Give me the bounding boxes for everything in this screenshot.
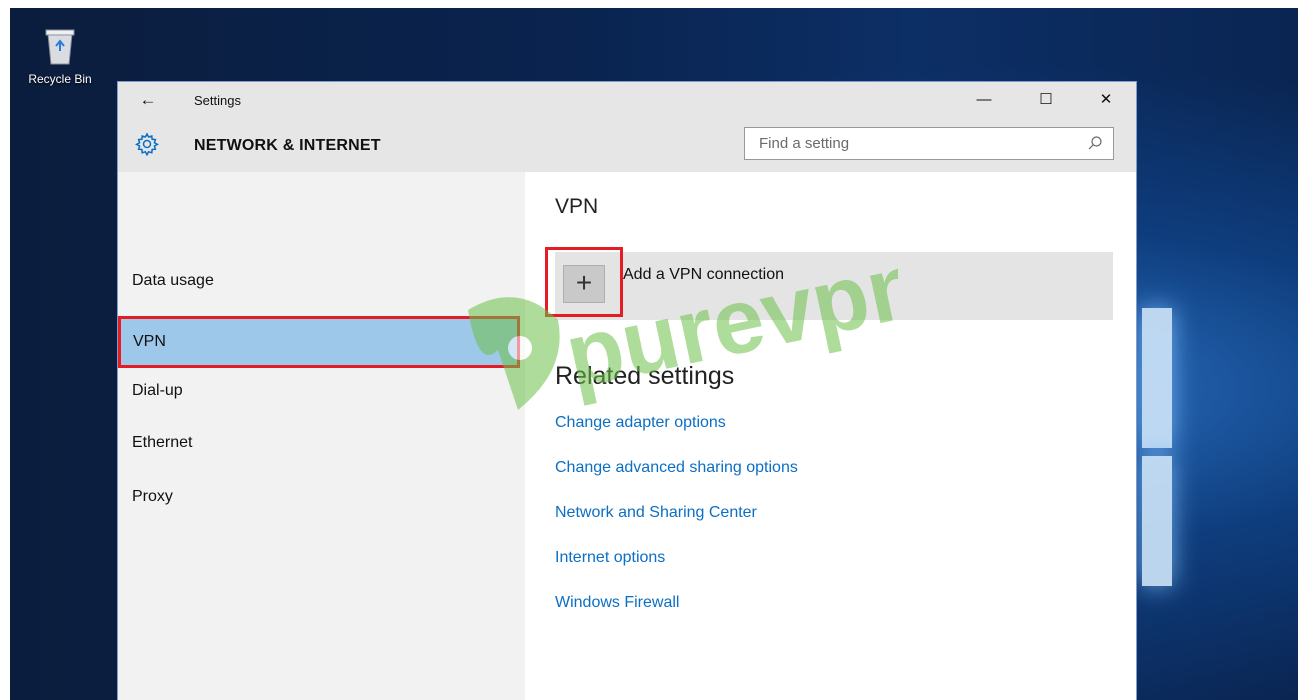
search-icon[interactable] (1087, 135, 1103, 151)
sidebar-item-data-usage[interactable]: Data usage (132, 272, 214, 290)
sidebar-item-dial-up[interactable]: Dial-up (132, 382, 183, 400)
minimize-button[interactable]: — (964, 88, 1004, 112)
back-arrow-icon[interactable]: ← (136, 88, 160, 112)
link-windows-firewall[interactable]: Windows Firewall (555, 594, 679, 612)
link-change-advanced-sharing[interactable]: Change advanced sharing options (555, 459, 798, 477)
related-settings-heading: Related settings (555, 362, 735, 390)
sidebar-item-vpn[interactable]: VPN (118, 316, 520, 368)
link-network-sharing-center[interactable]: Network and Sharing Center (555, 504, 757, 522)
link-change-adapter-options[interactable]: Change adapter options (555, 414, 726, 432)
sidebar-item-proxy[interactable]: Proxy (132, 488, 173, 506)
search-placeholder: Find a setting (759, 135, 850, 152)
page-heading: VPN (555, 195, 599, 218)
recycle-bin-icon (44, 26, 76, 66)
search-input[interactable]: Find a setting (744, 127, 1114, 160)
sidebar: Data usage VPN Dial-up Ethernet Proxy (118, 172, 525, 700)
section-title: NETWORK & INTERNET (194, 137, 381, 154)
maximize-button[interactable]: ☐ (1026, 88, 1066, 112)
gear-icon (135, 132, 159, 157)
title-bar: ← Settings — ☐ ✕ NETWORK & INTERNET Find… (118, 82, 1136, 172)
recycle-bin-label: Recycle Bin (28, 72, 92, 86)
add-vpn-label: Add a VPN connection (623, 266, 784, 283)
windows-logo-pane-bottom (1142, 456, 1172, 586)
add-vpn-button[interactable]: + (545, 247, 623, 317)
sidebar-item-ethernet[interactable]: Ethernet (132, 434, 192, 452)
add-vpn-row[interactable]: + Add a VPN connection (545, 247, 1113, 320)
recycle-bin[interactable]: Recycle Bin (22, 20, 98, 86)
window-title: Settings (194, 93, 241, 108)
settings-window: ← Settings — ☐ ✕ NETWORK & INTERNET Find… (118, 82, 1136, 700)
windows-logo-pane-top (1142, 308, 1172, 448)
close-button[interactable]: ✕ (1086, 88, 1126, 112)
sidebar-item-label: VPN (133, 333, 166, 350)
plus-icon: + (563, 265, 605, 303)
link-internet-options[interactable]: Internet options (555, 549, 665, 567)
